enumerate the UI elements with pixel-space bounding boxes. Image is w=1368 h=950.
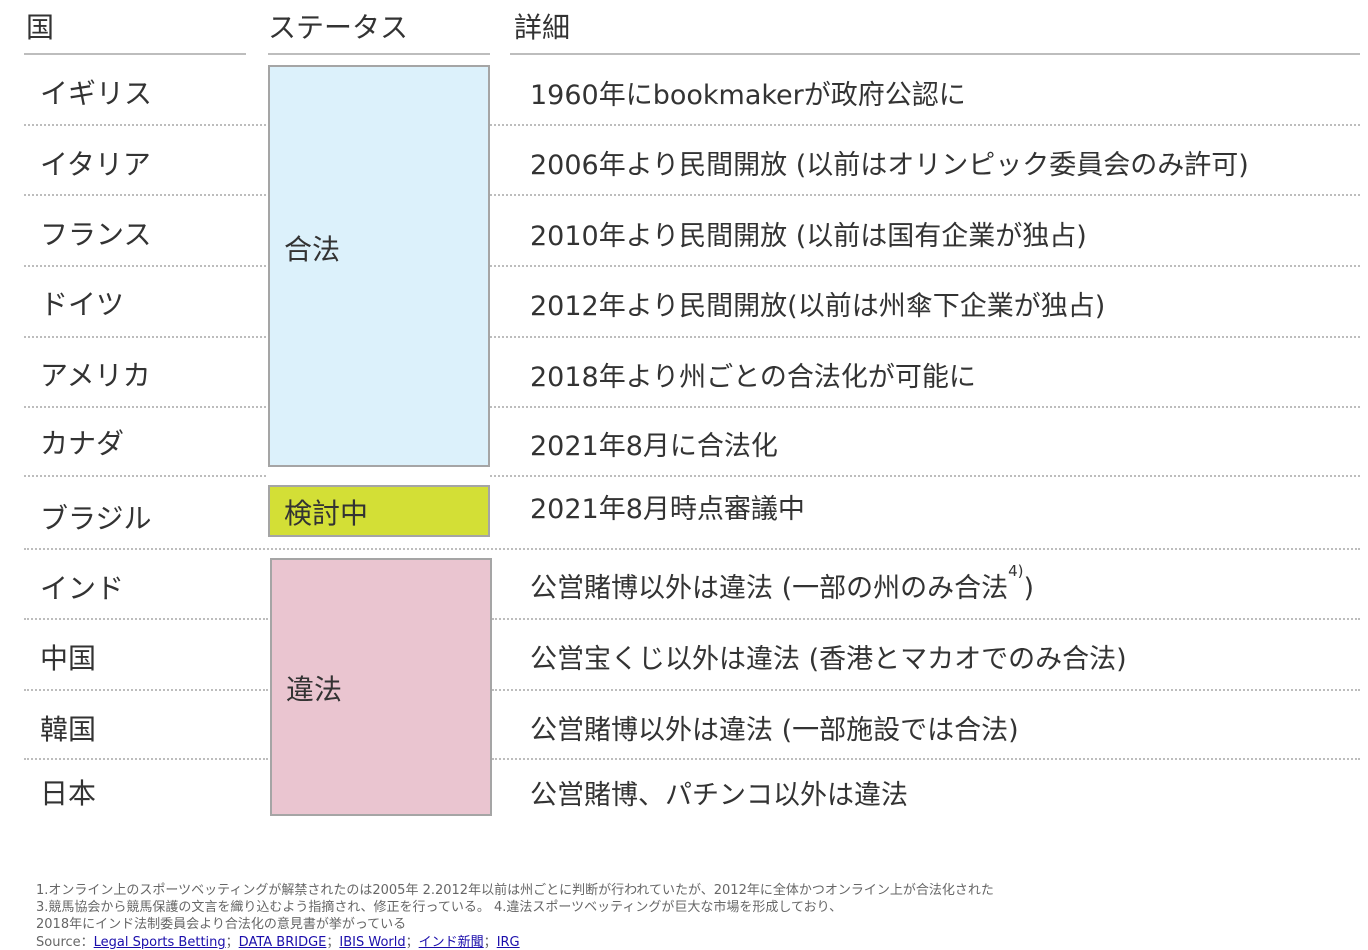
row-divider xyxy=(24,618,268,620)
row-divider xyxy=(490,124,1360,126)
country-brazil: ブラジル xyxy=(40,502,152,535)
detail-korea: 公営賭博以外は違法 (一部施設では合法) xyxy=(530,715,1019,746)
country-japan: 日本 xyxy=(40,777,97,810)
footnote-ref-4: 4) xyxy=(1008,562,1024,580)
source-separator: ； xyxy=(405,935,419,950)
row-divider xyxy=(490,194,1360,196)
detail-france: 2010年より民間開放 (以前は国有企業が独占) xyxy=(530,221,1087,252)
source-link-data-bridge[interactable]: DATA BRIDGE xyxy=(239,935,327,950)
source-separator: ； xyxy=(326,935,340,950)
row-divider xyxy=(490,336,1360,338)
country-korea: 韓国 xyxy=(40,713,97,746)
source-label: Source： xyxy=(36,935,94,950)
country-india: インド xyxy=(40,572,125,605)
row-divider xyxy=(24,758,268,760)
source-link-irg[interactable]: IRG xyxy=(497,935,520,950)
row-divider xyxy=(24,548,1360,550)
country-germany: ドイツ xyxy=(40,288,125,321)
header-country: 国 xyxy=(26,11,55,44)
row-divider xyxy=(24,265,266,267)
header-underline-country xyxy=(24,53,246,55)
row-divider xyxy=(24,336,266,338)
row-divider xyxy=(24,194,266,196)
detail-uk: 1960年にbookmakerが政府公認に xyxy=(530,80,966,111)
status-label-legal: 合法 xyxy=(284,233,341,266)
status-label-review: 検討中 xyxy=(284,497,369,530)
country-canada: カナダ xyxy=(40,427,125,460)
row-divider xyxy=(24,475,266,477)
country-uk: イギリス xyxy=(40,77,153,110)
country-france: フランス xyxy=(40,218,152,251)
row-divider xyxy=(24,689,268,691)
row-divider xyxy=(492,618,1360,620)
status-label-illegal: 違法 xyxy=(286,673,343,706)
detail-china: 公営宝くじ以外は違法 (香港とマカオでのみ合法) xyxy=(530,644,1127,675)
source-link-legal-sports-betting[interactable]: Legal Sports Betting xyxy=(94,935,226,950)
source-separator: ； xyxy=(225,935,239,950)
detail-japan: 公営賭博、パチンコ以外は違法 xyxy=(530,780,908,811)
source-separator: ； xyxy=(483,935,497,950)
detail-brazil: 2021年8月時点審議中 xyxy=(530,494,805,525)
source-link-ibis-world[interactable]: IBIS World xyxy=(339,935,405,950)
source-line: Source：Legal Sports Betting；DATA BRIDGE；… xyxy=(36,931,520,950)
header-underline-detail xyxy=(510,53,1360,55)
detail-germany: 2012年より民間開放(以前は州傘下企業が独占) xyxy=(530,291,1106,322)
country-italy: イタリア xyxy=(40,148,151,181)
row-divider xyxy=(492,758,1360,760)
detail-usa: 2018年より州ごとの合法化が可能に xyxy=(530,362,976,393)
row-divider xyxy=(24,406,266,408)
header-detail: 詳細 xyxy=(514,11,571,44)
footnote-line-3: 2018年にインド法制委員会より合法化の意見書が挙がっている xyxy=(36,917,407,932)
source-link-india-news[interactable]: インド新聞 xyxy=(419,935,484,950)
detail-india-tail: ) xyxy=(1023,573,1035,604)
detail-india-row: 公営賭博以外は違法 (一部の州のみ合法4)) xyxy=(530,562,1035,605)
detail-india: 公営賭博以外は違法 (一部の州のみ合法 xyxy=(530,573,1009,604)
detail-canada: 2021年8月に合法化 xyxy=(530,431,778,462)
row-divider xyxy=(24,124,266,126)
country-china: 中国 xyxy=(40,642,97,675)
row-divider xyxy=(490,475,1360,477)
header-status: ステータス xyxy=(268,11,409,44)
header-underline-status xyxy=(268,53,490,55)
country-usa: アメリカ xyxy=(40,359,151,392)
row-divider xyxy=(492,689,1360,691)
row-divider xyxy=(490,406,1360,408)
detail-italy: 2006年より民間開放 (以前はオリンピック委員会のみ許可) xyxy=(530,150,1249,181)
row-divider xyxy=(490,265,1360,267)
